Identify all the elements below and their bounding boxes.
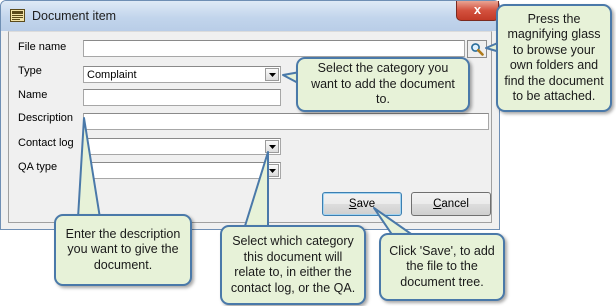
description-callout: Enter the description you want to give t… (54, 214, 192, 286)
description-callout-pointer (77, 117, 101, 219)
browse-callout: Press the magnifying glass to browse you… (496, 4, 612, 112)
type-callout: Select the category you want to add the … (296, 57, 470, 112)
category-callout: Select which category this document will… (220, 225, 366, 305)
save-callout: Click 'Save', to add the file to the doc… (379, 233, 505, 301)
category-callout-pointer (244, 151, 269, 227)
save-callout-pointer (373, 207, 415, 237)
